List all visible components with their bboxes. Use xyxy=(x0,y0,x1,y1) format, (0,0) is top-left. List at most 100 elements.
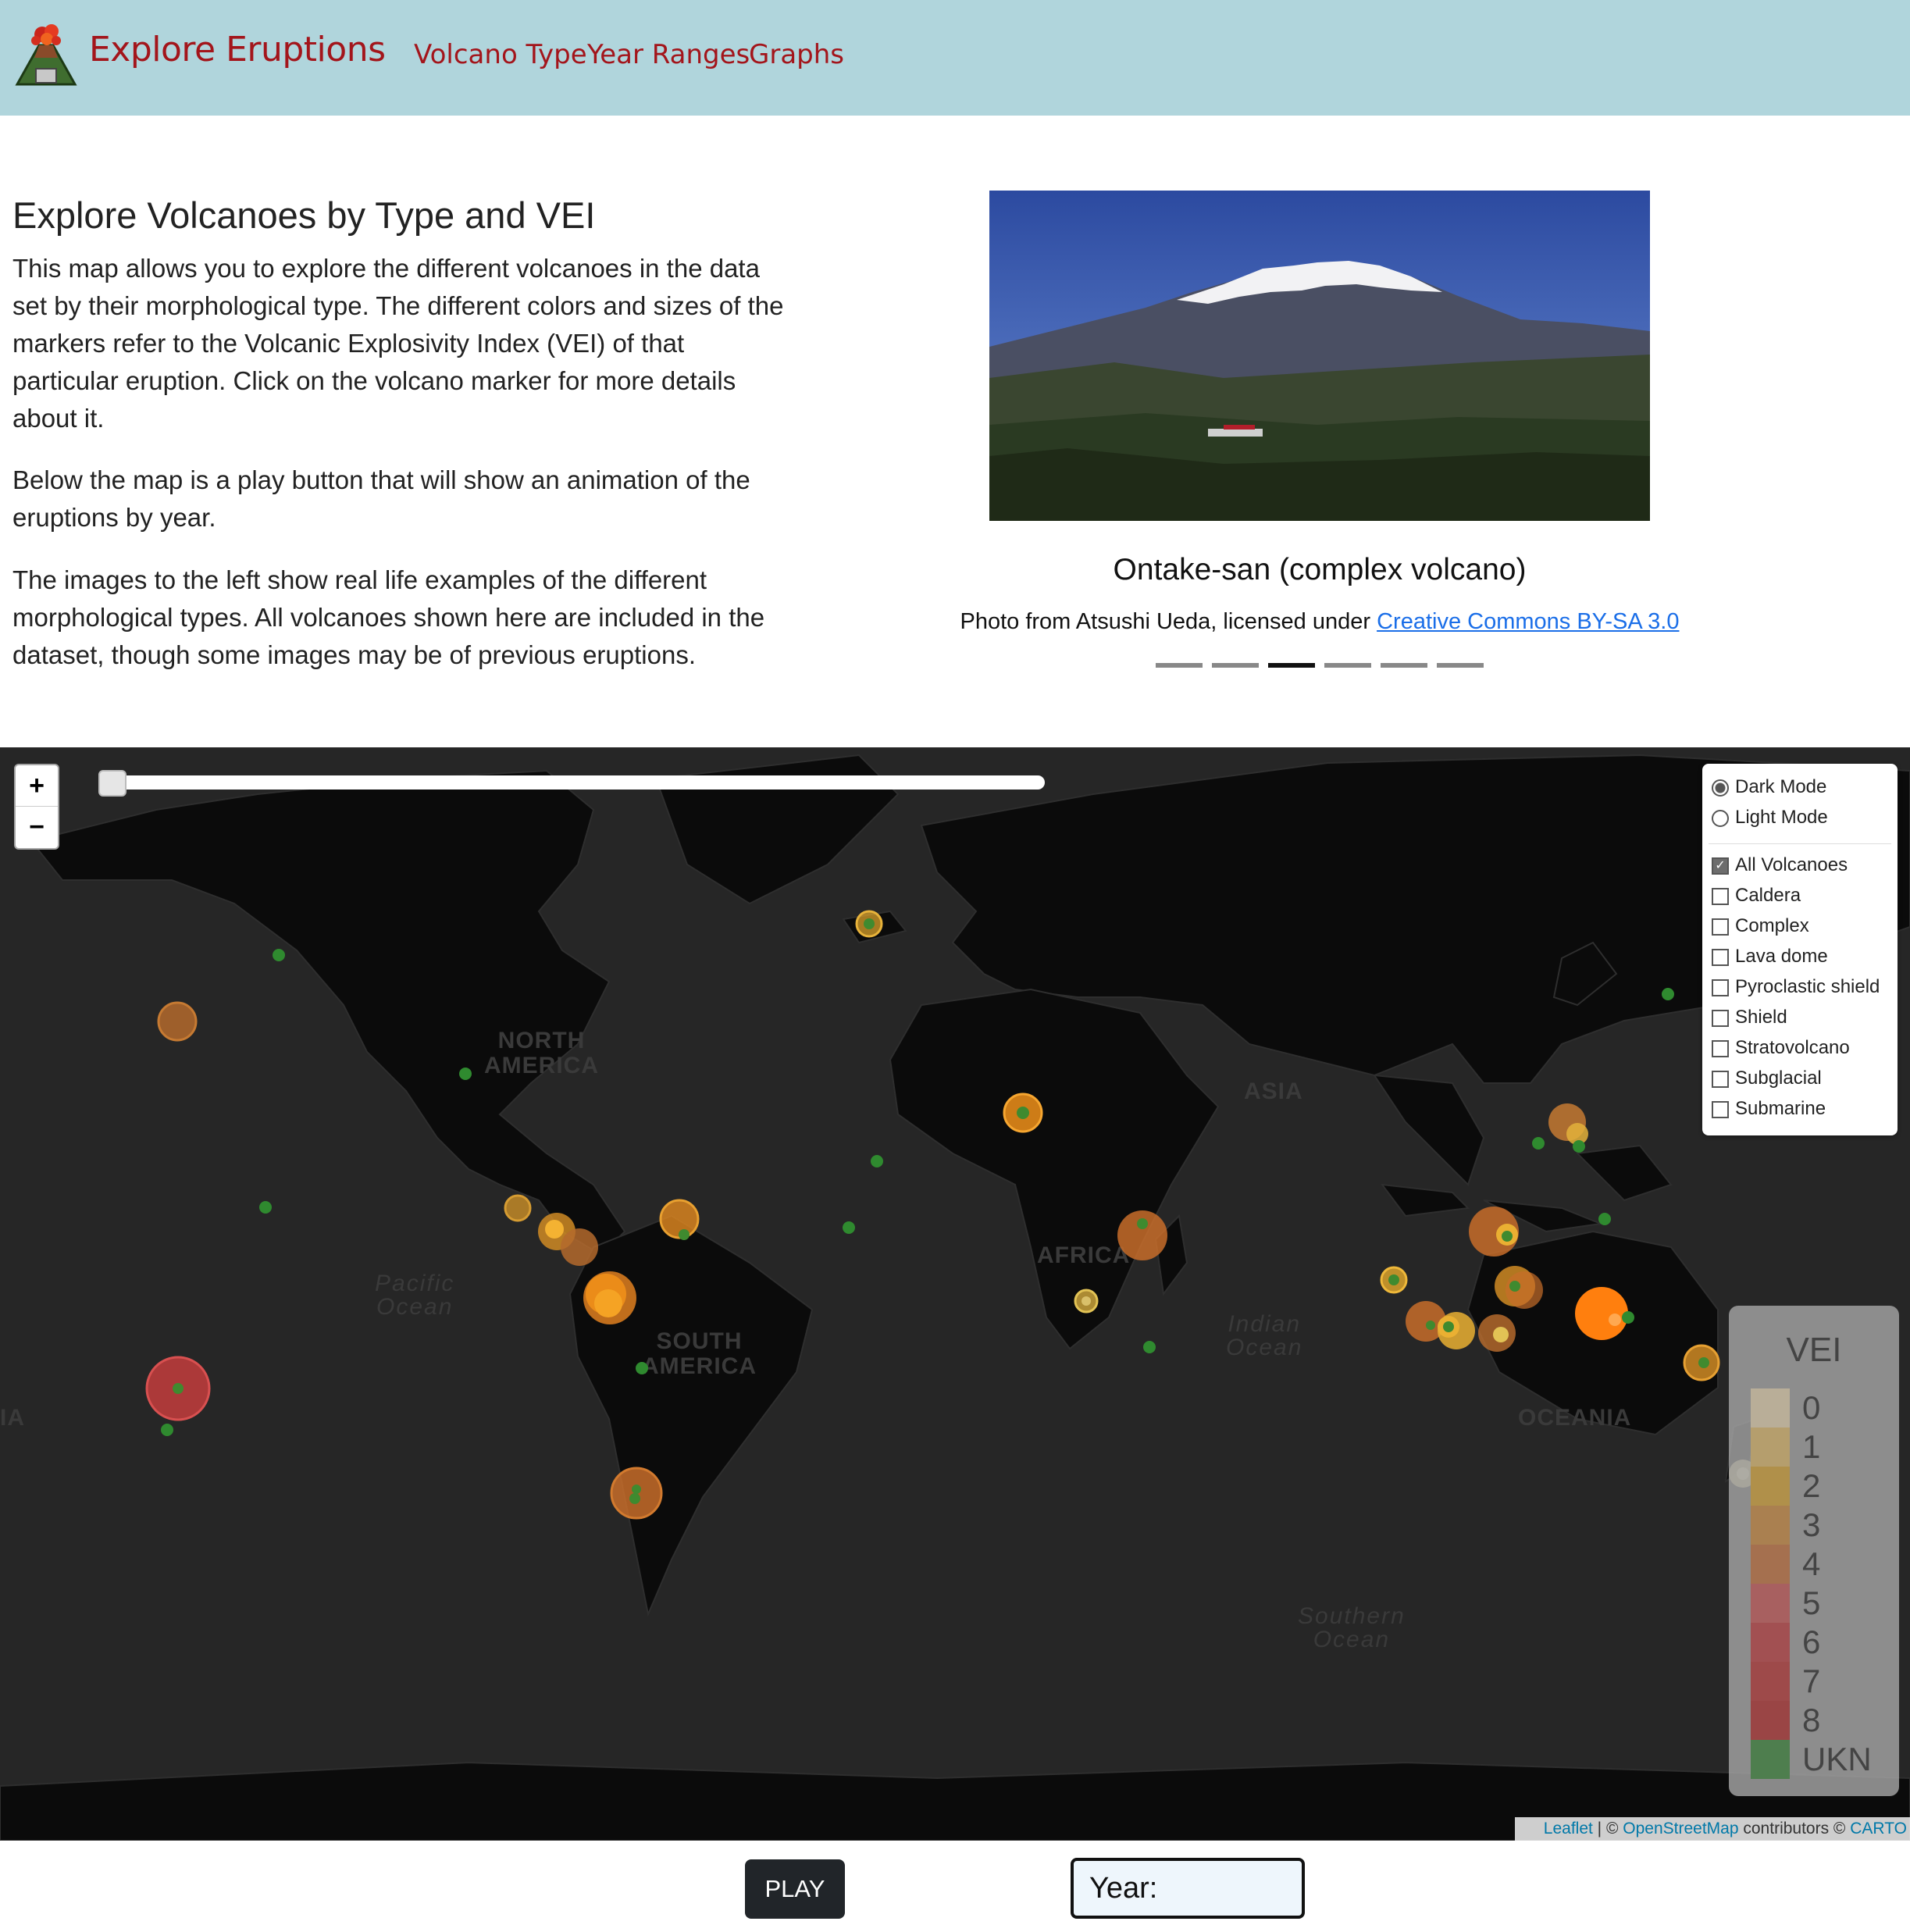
osm-link[interactable]: OpenStreetMap xyxy=(1623,1820,1738,1838)
overlay-pyroclastic-shield[interactable]: Pyroclastic shield xyxy=(1712,973,1880,1001)
checkbox-icon[interactable] xyxy=(1712,887,1729,905)
overlay-lava-dome[interactable]: Lava dome xyxy=(1712,943,1828,971)
carousel-indicator[interactable] xyxy=(1324,663,1371,668)
marker[interactable] xyxy=(1575,1287,1628,1340)
carousel-indicators xyxy=(1156,663,1484,668)
marker[interactable] xyxy=(1003,1093,1043,1133)
zoom-out-button[interactable]: − xyxy=(16,807,58,847)
checkbox-icon[interactable] xyxy=(1712,948,1729,966)
legend-label: 0 xyxy=(1802,1389,1821,1426)
legend-swatch xyxy=(1751,1545,1790,1584)
marker[interactable] xyxy=(259,1201,272,1214)
marker[interactable] xyxy=(1662,988,1674,1000)
world-map[interactable]: NORTH AMERICA SOUTH AMERICA ASIA AFRICA … xyxy=(0,747,1910,1841)
legend-title: VEI xyxy=(1786,1331,1842,1369)
overlay-label: Lava dome xyxy=(1735,946,1828,967)
overlay-caldera[interactable]: Caldera xyxy=(1712,882,1801,910)
legend-swatch xyxy=(1751,1701,1790,1740)
attribution-text: contributors © xyxy=(1738,1820,1851,1838)
legend-swatch xyxy=(1751,1584,1790,1623)
marker[interactable] xyxy=(1683,1344,1720,1381)
overlay-label: Submarine xyxy=(1735,1098,1826,1119)
checkbox-icon[interactable] xyxy=(1712,1070,1729,1088)
marker[interactable] xyxy=(583,1271,636,1324)
overlay-label: Subglacial xyxy=(1735,1068,1822,1089)
marker[interactable] xyxy=(843,1221,855,1234)
leaflet-link[interactable]: Leaflet xyxy=(1544,1820,1593,1838)
year-slider-track[interactable] xyxy=(100,775,1045,790)
legend-swatch xyxy=(1751,1740,1790,1779)
marker[interactable] xyxy=(1117,1210,1167,1260)
credit-text: Photo from Atsushi Ueda, licensed under xyxy=(960,609,1377,634)
legend-label: UKN xyxy=(1802,1741,1872,1777)
overlay-shield[interactable]: Shield xyxy=(1712,1003,1787,1032)
checkbox-icon[interactable] xyxy=(1712,1009,1729,1027)
marker[interactable] xyxy=(145,1356,211,1421)
carto-link[interactable]: CARTO xyxy=(1850,1820,1907,1838)
nav-link-graphs[interactable]: Graphs xyxy=(749,39,844,70)
carousel-indicator[interactable] xyxy=(1156,663,1203,668)
marker[interactable] xyxy=(1532,1103,1588,1153)
marker[interactable] xyxy=(871,1155,883,1167)
overlay-label: Shield xyxy=(1735,1007,1787,1028)
checkbox-icon[interactable] xyxy=(1712,918,1729,936)
basemap-light-mode[interactable]: Light Mode xyxy=(1712,804,1828,832)
overlay-stratovolcano[interactable]: Stratovolcano xyxy=(1712,1034,1850,1062)
marker[interactable] xyxy=(161,1424,173,1436)
marker[interactable] xyxy=(1598,1213,1611,1225)
marker[interactable] xyxy=(636,1362,648,1374)
carousel-caption-title: Ontake-san (complex volcano) xyxy=(1113,553,1527,586)
marker[interactable] xyxy=(459,1068,472,1080)
radio-icon[interactable] xyxy=(1712,779,1729,797)
overlay-label: Stratovolcano xyxy=(1735,1037,1850,1058)
basemap-dark-mode[interactable]: Dark Mode xyxy=(1712,773,1826,801)
marker[interactable] xyxy=(659,1199,700,1240)
marker[interactable] xyxy=(610,1467,663,1520)
marker[interactable] xyxy=(1622,1311,1634,1324)
license-link[interactable]: Creative Commons BY-SA 3.0 xyxy=(1377,609,1679,634)
intro-paragraph: The images to the left show real life ex… xyxy=(12,565,765,669)
attribution-text: | © xyxy=(1592,1820,1623,1838)
marker[interactable] xyxy=(855,910,883,938)
brand-title[interactable]: Explore Eruptions xyxy=(89,30,386,70)
checkbox-checked-icon[interactable]: ✓ xyxy=(1712,857,1729,875)
legend-label: 3 xyxy=(1802,1506,1821,1543)
carousel-indicator-active[interactable] xyxy=(1268,663,1315,668)
carousel-indicator[interactable] xyxy=(1381,663,1427,668)
legend-label: 4 xyxy=(1802,1545,1821,1582)
checkbox-icon[interactable] xyxy=(1712,1100,1729,1118)
overlay-all-volcanoes[interactable]: ✓ All Volcanoes xyxy=(1712,851,1848,879)
year-slider-handle[interactable] xyxy=(98,770,127,797)
zoom-in-button[interactable]: + xyxy=(16,765,58,807)
overlay-subglacial[interactable]: Subglacial xyxy=(1712,1064,1822,1093)
volcano-logo-icon[interactable] xyxy=(12,22,80,89)
marker[interactable] xyxy=(1406,1301,1475,1349)
marker[interactable] xyxy=(1143,1341,1156,1353)
marker[interactable] xyxy=(1074,1289,1099,1314)
overlay-complex[interactable]: Complex xyxy=(1712,912,1809,940)
marker[interactable] xyxy=(561,1228,598,1266)
checkbox-icon[interactable] xyxy=(1712,1039,1729,1057)
checkbox-icon[interactable] xyxy=(1712,978,1729,996)
marker[interactable] xyxy=(1495,1266,1543,1309)
nav-link-year-ranges[interactable]: Year Ranges xyxy=(587,39,750,70)
marker[interactable] xyxy=(504,1194,532,1222)
legend-label: 2 xyxy=(1802,1467,1821,1504)
marker[interactable] xyxy=(273,949,285,961)
layer-divider xyxy=(1709,843,1891,844)
play-button[interactable]: PLAY xyxy=(745,1859,845,1919)
radio-icon[interactable] xyxy=(1712,809,1729,827)
carousel-indicator[interactable] xyxy=(1212,663,1259,668)
marker[interactable] xyxy=(1380,1266,1408,1294)
carousel-indicator[interactable] xyxy=(1437,663,1484,668)
marker[interactable] xyxy=(1469,1207,1519,1257)
marker[interactable] xyxy=(157,1001,198,1042)
marker[interactable] xyxy=(1478,1314,1516,1352)
zoom-control: + − xyxy=(14,764,59,850)
basemap-label: Light Mode xyxy=(1735,807,1828,828)
year-label: Year: xyxy=(1089,1872,1158,1905)
overlay-submarine[interactable]: Submarine xyxy=(1712,1095,1826,1123)
nav-link-volcano-type[interactable]: Volcano Type xyxy=(414,39,587,70)
legend-label: 5 xyxy=(1802,1584,1821,1621)
year-display: Year: xyxy=(1071,1858,1305,1919)
